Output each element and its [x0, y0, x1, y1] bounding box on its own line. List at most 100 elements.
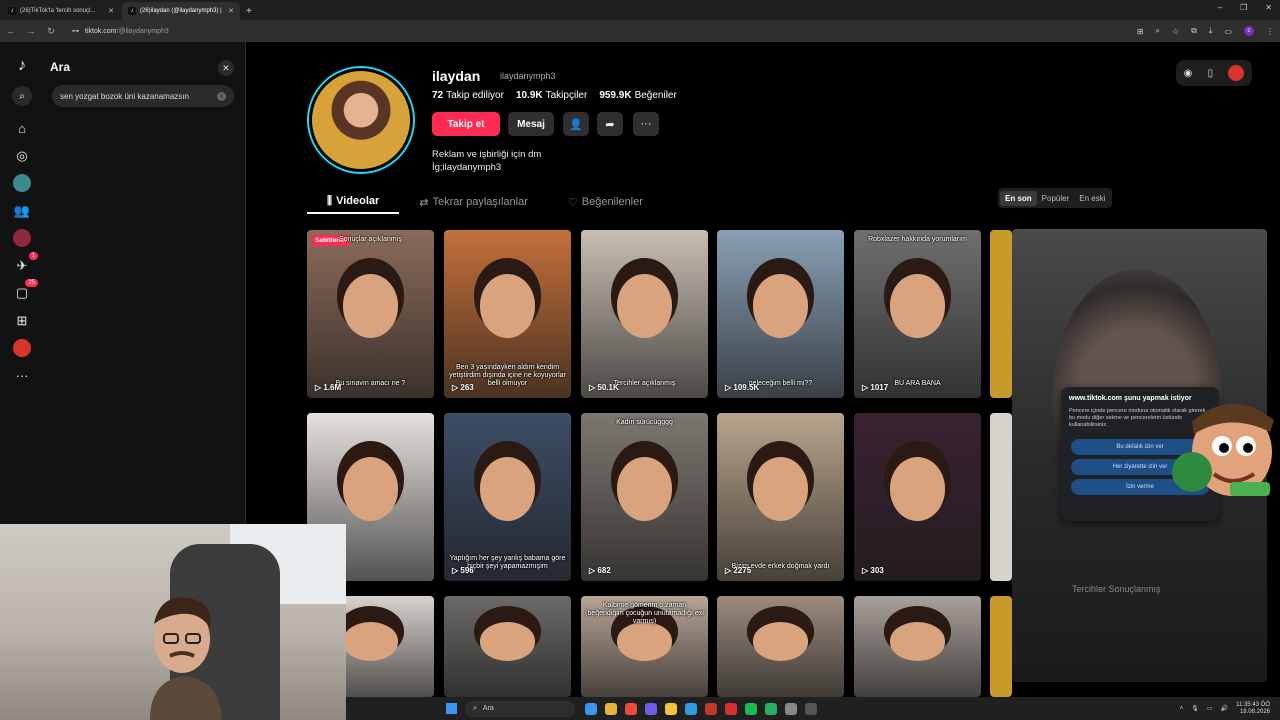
followers-stat[interactable]: 10.9K Takipçiler — [516, 90, 587, 101]
taskbar-app-icon[interactable] — [685, 702, 697, 715]
taskbar-app-icon[interactable] — [585, 702, 597, 715]
more-options-icon[interactable]: ··· — [633, 112, 659, 136]
inbox-icon[interactable]: ▢ 25 — [12, 279, 38, 303]
taskbar-app-icon[interactable] — [645, 702, 657, 715]
close-window-icon[interactable]: ✕ — [1265, 3, 1272, 12]
network-icon[interactable]: ▭ — [1207, 705, 1213, 712]
volume-icon[interactable]: 🔊 — [1221, 705, 1228, 712]
minimize-icon[interactable]: – — [1218, 3, 1222, 12]
view-count-text: 109.5K — [733, 383, 760, 392]
video-thumbnail[interactable]: Robxlazer hakkında yorumlarım BU ARA BANA… — [854, 230, 981, 398]
video-thumbnail[interactable]: Sabitlendi Sonuçlar açıklanmış Bu sınavın … — [307, 230, 434, 398]
video-thumbnail[interactable]: Kadın sürücügggg ▷ 682 — [581, 413, 708, 581]
message-button[interactable]: Mesaj — [508, 112, 554, 136]
more-icon[interactable]: ··· — [12, 365, 32, 385]
tiktok-logo-icon[interactable]: ♪ — [12, 56, 32, 76]
translate-icon[interactable]: ⊞ — [1137, 27, 1144, 36]
following-stat[interactable]: 72 Takip ediliyor — [432, 90, 504, 101]
search-icon[interactable]: ⌕ — [12, 86, 32, 106]
taskbar-app-icon[interactable] — [705, 702, 717, 715]
profile-handle: ilaydanymph3 — [500, 71, 556, 81]
back-icon[interactable]: ← — [6, 26, 16, 36]
url-host: tiktok.com — [85, 27, 117, 35]
coins-icon[interactable]: ◉ — [1184, 68, 1193, 79]
reload-icon[interactable]: ↻ — [46, 26, 56, 37]
restore-icon[interactable]: ❐ — [1240, 3, 1247, 12]
device-icon[interactable]: ▯ — [1208, 68, 1214, 79]
clear-search-icon[interactable]: ✕ — [217, 91, 226, 101]
follow-button[interactable]: Takip et — [432, 112, 500, 136]
video-thumbnail[interactable]: Kalbime gömerim o zaman (beğendiğim çocu… — [581, 596, 708, 697]
messages-icon[interactable]: ✈ 1 — [12, 252, 38, 276]
video-view-count: ▷ 109.5K — [725, 383, 759, 392]
windows-start-icon[interactable] — [446, 703, 457, 714]
video-thumbnail[interactable]: geleceğim belli mi?? ▷ 109.5K — [717, 230, 844, 398]
forward-icon[interactable]: → — [26, 26, 36, 36]
profile-avatar[interactable] — [307, 66, 415, 174]
video-thumbnail[interactable]: ▷ 303 — [854, 413, 981, 581]
browser-tab-1[interactable]: ♪ (26)TikTok'ta 'tercih sonuçl... ✕ — [2, 2, 120, 20]
close-tab-icon[interactable]: ✕ — [228, 7, 234, 15]
profile-avatar-icon[interactable]: c — [1244, 26, 1254, 36]
video-thumbnail-partial[interactable] — [990, 596, 1012, 697]
browser-tab-2[interactable]: ♪ (26)ilaydan (@ilaydanymph3) | ✕ — [122, 2, 240, 20]
share-icon[interactable]: ➦ — [597, 112, 623, 136]
user-avatar-icon[interactable] — [1228, 65, 1245, 81]
sort-popular[interactable]: Popüler — [1037, 191, 1075, 206]
video-caption-top: Kadın sürücügggg — [616, 419, 673, 426]
taskbar-search[interactable]: ⌕ Ara — [465, 700, 575, 717]
microphone-icon[interactable]: 🎙 — [1191, 705, 1199, 712]
video-thumbnail-partial[interactable] — [990, 230, 1012, 398]
extensions-icon[interactable]: ⧉ — [1191, 26, 1197, 36]
video-thumbnail[interactable] — [444, 596, 571, 697]
add-friend-icon[interactable]: 👤 — [563, 112, 589, 136]
taskbar-app-icon[interactable] — [725, 702, 737, 715]
taskbar-app-icon[interactable] — [785, 702, 797, 715]
video-thumbnail[interactable]: Tercihler açıklanmış ▷ 50.1K — [581, 230, 708, 398]
search-box[interactable]: ✕ — [52, 85, 234, 107]
home-icon[interactable]: ⌂ — [12, 118, 32, 138]
site-info-icon[interactable]: ⊶ — [72, 27, 79, 35]
bookmark-star-icon[interactable]: ☆ — [1172, 27, 1179, 36]
video-caption-top: Robxlazer hakkında yorumlarım — [868, 236, 967, 243]
sidebar-icon[interactable]: ▭ — [1224, 27, 1232, 36]
video-thumbnail[interactable] — [717, 596, 844, 697]
taskbar-clock[interactable]: 11:35:43 ÖÖ 18.08.2026 — [1236, 702, 1270, 716]
cartoon-mascot-sticker — [1172, 403, 1274, 496]
video-thumbnail[interactable]: Yaptığım her şey yanlış babama göre hiçb… — [444, 413, 571, 581]
view-count-text: 50.1K — [597, 383, 619, 392]
close-tab-icon[interactable]: ✕ — [108, 7, 114, 15]
video-thumbnail-partial[interactable] — [990, 413, 1012, 581]
taskbar-app-icon[interactable] — [605, 702, 617, 715]
search-input[interactable] — [60, 91, 210, 101]
tab-videos[interactable]: ⫼ Videolar — [307, 190, 400, 214]
upload-icon[interactable]: ⊞ — [12, 311, 32, 331]
tab-reposts[interactable]: ⇄ Tekrar paylaşılanlar — [399, 190, 548, 214]
browser-tab-label: (26)TikTok'ta 'tercih sonuçl... — [20, 8, 96, 14]
sort-oldest[interactable]: En eski — [1074, 191, 1110, 206]
following-avatar-icon[interactable] — [12, 173, 32, 193]
live-avatar-icon[interactable] — [12, 228, 32, 248]
explore-icon[interactable]: ◎ — [12, 146, 32, 166]
tab-liked[interactable]: ♡ Beğenilenler — [548, 190, 663, 214]
new-tab-icon[interactable]: + — [246, 6, 252, 17]
friends-icon[interactable]: 👥 — [12, 201, 32, 221]
taskbar-app-icon[interactable] — [765, 702, 777, 715]
sort-latest[interactable]: En son — [1000, 190, 1037, 206]
tray-chevron-icon[interactable]: ˄ — [1180, 706, 1184, 712]
profile-avatar-icon[interactable] — [12, 338, 32, 358]
window-controls: – ❐ ✕ — [1218, 3, 1272, 12]
address-bar[interactable]: ⊶ tiktok.com/@ilaydanymph3 — [66, 23, 1106, 39]
download-icon[interactable]: ⤓ — [1209, 26, 1213, 36]
video-thumbnail[interactable] — [854, 596, 981, 697]
video-thumbnail[interactable]: Ben 3 yaşındayken aldım kendim yetiştird… — [444, 230, 571, 398]
close-search-icon[interactable]: ✕ — [218, 60, 234, 76]
menu-dots-icon[interactable]: ⋮ — [1266, 27, 1274, 36]
taskbar-app-icon[interactable] — [625, 702, 637, 715]
video-thumbnail[interactable]: Bizim evde erkek doğmak yardı ▷ 2275 — [717, 413, 844, 581]
video-thumbnail-subject — [889, 622, 946, 661]
taskbar-app-icon[interactable] — [745, 702, 757, 715]
taskbar-app-icon[interactable] — [665, 702, 677, 715]
taskbar-app-icon[interactable] — [805, 702, 817, 715]
zoom-icon[interactable]: ⌕ — [1156, 26, 1160, 36]
